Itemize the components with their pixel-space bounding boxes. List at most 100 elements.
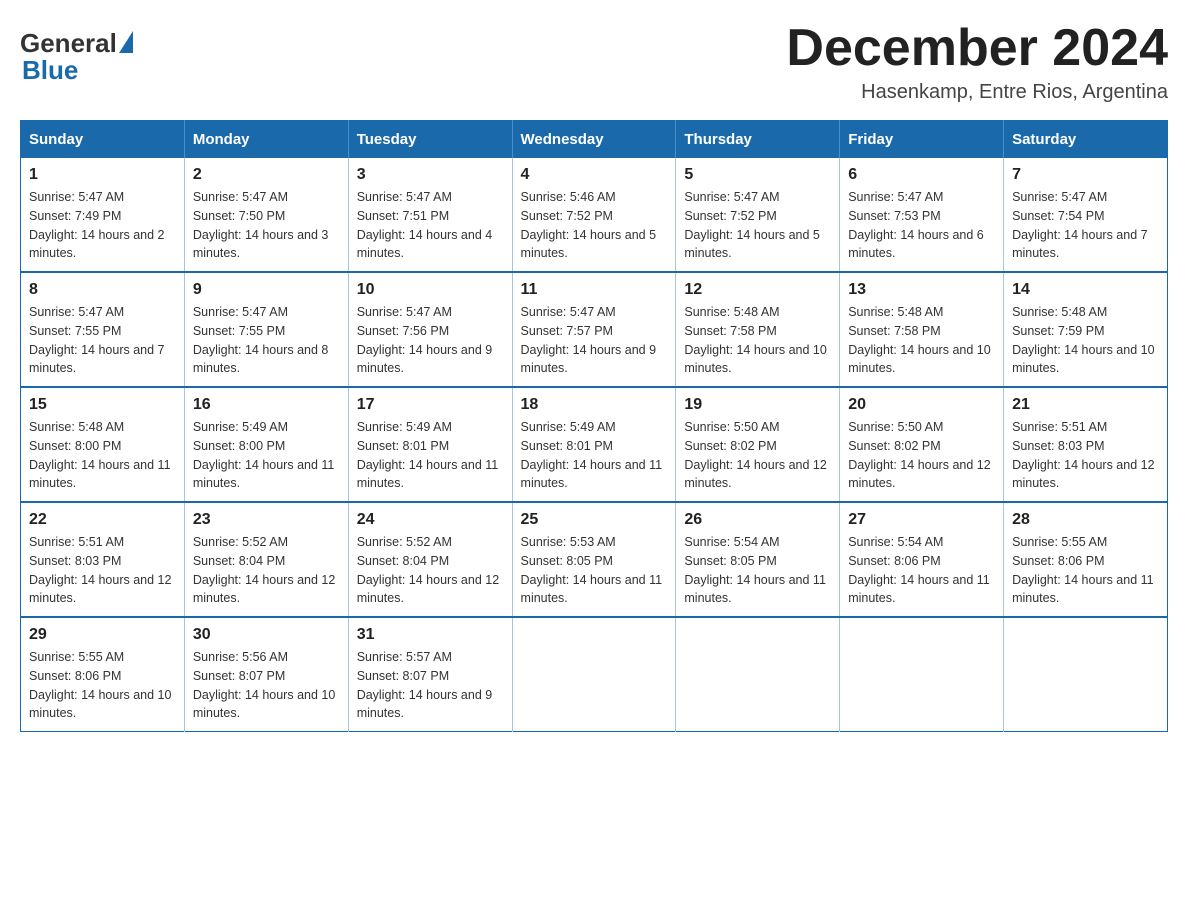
day-number: 1 xyxy=(29,166,176,184)
day-info: Sunrise: 5:47 AMSunset: 7:53 PMDaylight:… xyxy=(848,188,995,263)
day-info: Sunrise: 5:46 AMSunset: 7:52 PMDaylight:… xyxy=(521,188,668,263)
day-number: 23 xyxy=(193,511,340,529)
day-info: Sunrise: 5:47 AMSunset: 7:55 PMDaylight:… xyxy=(193,303,340,378)
calendar-week-row: 15 Sunrise: 5:48 AMSunset: 8:00 PMDaylig… xyxy=(21,387,1168,502)
day-info: Sunrise: 5:49 AMSunset: 8:01 PMDaylight:… xyxy=(357,418,504,493)
day-info: Sunrise: 5:54 AMSunset: 8:05 PMDaylight:… xyxy=(684,533,831,608)
calendar-week-row: 29 Sunrise: 5:55 AMSunset: 8:06 PMDaylig… xyxy=(21,617,1168,732)
calendar-week-row: 22 Sunrise: 5:51 AMSunset: 8:03 PMDaylig… xyxy=(21,502,1168,617)
day-info: Sunrise: 5:47 AMSunset: 7:51 PMDaylight:… xyxy=(357,188,504,263)
day-info: Sunrise: 5:51 AMSunset: 8:03 PMDaylight:… xyxy=(29,533,176,608)
calendar-cell: 12 Sunrise: 5:48 AMSunset: 7:58 PMDaylig… xyxy=(676,272,840,387)
calendar-cell xyxy=(676,617,840,732)
calendar-week-row: 8 Sunrise: 5:47 AMSunset: 7:55 PMDayligh… xyxy=(21,272,1168,387)
calendar-header-saturday: Saturday xyxy=(1004,121,1168,159)
calendar-cell: 20 Sunrise: 5:50 AMSunset: 8:02 PMDaylig… xyxy=(840,387,1004,502)
calendar-header-tuesday: Tuesday xyxy=(348,121,512,159)
title-area: December 2024 Hasenkamp, Entre Rios, Arg… xyxy=(786,20,1168,104)
day-info: Sunrise: 5:47 AMSunset: 7:49 PMDaylight:… xyxy=(29,188,176,263)
calendar-cell: 3 Sunrise: 5:47 AMSunset: 7:51 PMDayligh… xyxy=(348,158,512,272)
header: General Blue December 2024 Hasenkamp, En… xyxy=(20,20,1168,104)
day-number: 31 xyxy=(357,626,504,644)
calendar-header-monday: Monday xyxy=(184,121,348,159)
day-number: 21 xyxy=(1012,396,1159,414)
calendar-cell: 9 Sunrise: 5:47 AMSunset: 7:55 PMDayligh… xyxy=(184,272,348,387)
day-number: 19 xyxy=(684,396,831,414)
day-number: 17 xyxy=(357,396,504,414)
calendar-header-sunday: Sunday xyxy=(21,121,185,159)
day-number: 9 xyxy=(193,281,340,299)
calendar-cell: 18 Sunrise: 5:49 AMSunset: 8:01 PMDaylig… xyxy=(512,387,676,502)
calendar-cell: 27 Sunrise: 5:54 AMSunset: 8:06 PMDaylig… xyxy=(840,502,1004,617)
calendar-cell: 16 Sunrise: 5:49 AMSunset: 8:00 PMDaylig… xyxy=(184,387,348,502)
day-number: 7 xyxy=(1012,166,1159,184)
day-info: Sunrise: 5:47 AMSunset: 7:57 PMDaylight:… xyxy=(521,303,668,378)
day-info: Sunrise: 5:48 AMSunset: 7:58 PMDaylight:… xyxy=(684,303,831,378)
day-number: 2 xyxy=(193,166,340,184)
day-number: 25 xyxy=(521,511,668,529)
day-info: Sunrise: 5:51 AMSunset: 8:03 PMDaylight:… xyxy=(1012,418,1159,493)
logo-blue-text: Blue xyxy=(20,55,78,86)
calendar-header-friday: Friday xyxy=(840,121,1004,159)
calendar-cell: 1 Sunrise: 5:47 AMSunset: 7:49 PMDayligh… xyxy=(21,158,185,272)
calendar-cell: 26 Sunrise: 5:54 AMSunset: 8:05 PMDaylig… xyxy=(676,502,840,617)
day-number: 4 xyxy=(521,166,668,184)
calendar-week-row: 1 Sunrise: 5:47 AMSunset: 7:49 PMDayligh… xyxy=(21,158,1168,272)
day-number: 8 xyxy=(29,281,176,299)
day-info: Sunrise: 5:47 AMSunset: 7:56 PMDaylight:… xyxy=(357,303,504,378)
day-info: Sunrise: 5:47 AMSunset: 7:52 PMDaylight:… xyxy=(684,188,831,263)
day-info: Sunrise: 5:48 AMSunset: 7:59 PMDaylight:… xyxy=(1012,303,1159,378)
day-number: 18 xyxy=(521,396,668,414)
calendar-cell: 25 Sunrise: 5:53 AMSunset: 8:05 PMDaylig… xyxy=(512,502,676,617)
calendar-cell: 29 Sunrise: 5:55 AMSunset: 8:06 PMDaylig… xyxy=(21,617,185,732)
calendar-cell: 15 Sunrise: 5:48 AMSunset: 8:00 PMDaylig… xyxy=(21,387,185,502)
calendar-cell: 22 Sunrise: 5:51 AMSunset: 8:03 PMDaylig… xyxy=(21,502,185,617)
calendar-cell: 4 Sunrise: 5:46 AMSunset: 7:52 PMDayligh… xyxy=(512,158,676,272)
main-title: December 2024 xyxy=(786,20,1168,77)
calendar-cell: 28 Sunrise: 5:55 AMSunset: 8:06 PMDaylig… xyxy=(1004,502,1168,617)
day-info: Sunrise: 5:52 AMSunset: 8:04 PMDaylight:… xyxy=(193,533,340,608)
calendar-cell: 6 Sunrise: 5:47 AMSunset: 7:53 PMDayligh… xyxy=(840,158,1004,272)
day-number: 29 xyxy=(29,626,176,644)
calendar-cell: 31 Sunrise: 5:57 AMSunset: 8:07 PMDaylig… xyxy=(348,617,512,732)
day-info: Sunrise: 5:50 AMSunset: 8:02 PMDaylight:… xyxy=(848,418,995,493)
day-number: 20 xyxy=(848,396,995,414)
day-number: 14 xyxy=(1012,281,1159,299)
day-number: 24 xyxy=(357,511,504,529)
calendar-header-row: SundayMondayTuesdayWednesdayThursdayFrid… xyxy=(21,121,1168,159)
calendar-cell: 8 Sunrise: 5:47 AMSunset: 7:55 PMDayligh… xyxy=(21,272,185,387)
calendar-cell: 7 Sunrise: 5:47 AMSunset: 7:54 PMDayligh… xyxy=(1004,158,1168,272)
day-info: Sunrise: 5:48 AMSunset: 8:00 PMDaylight:… xyxy=(29,418,176,493)
calendar-cell xyxy=(1004,617,1168,732)
subtitle: Hasenkamp, Entre Rios, Argentina xyxy=(786,81,1168,104)
logo: General Blue xyxy=(20,20,133,86)
day-info: Sunrise: 5:57 AMSunset: 8:07 PMDaylight:… xyxy=(357,648,504,723)
calendar-body: 1 Sunrise: 5:47 AMSunset: 7:49 PMDayligh… xyxy=(21,158,1168,732)
day-info: Sunrise: 5:49 AMSunset: 8:00 PMDaylight:… xyxy=(193,418,340,493)
day-number: 26 xyxy=(684,511,831,529)
day-number: 5 xyxy=(684,166,831,184)
day-number: 16 xyxy=(193,396,340,414)
day-info: Sunrise: 5:47 AMSunset: 7:55 PMDaylight:… xyxy=(29,303,176,378)
calendar-header-thursday: Thursday xyxy=(676,121,840,159)
day-number: 22 xyxy=(29,511,176,529)
day-info: Sunrise: 5:56 AMSunset: 8:07 PMDaylight:… xyxy=(193,648,340,723)
day-number: 11 xyxy=(521,281,668,299)
day-number: 10 xyxy=(357,281,504,299)
logo-triangle-icon xyxy=(119,31,133,53)
calendar-cell: 23 Sunrise: 5:52 AMSunset: 8:04 PMDaylig… xyxy=(184,502,348,617)
calendar-cell: 17 Sunrise: 5:49 AMSunset: 8:01 PMDaylig… xyxy=(348,387,512,502)
calendar-cell: 21 Sunrise: 5:51 AMSunset: 8:03 PMDaylig… xyxy=(1004,387,1168,502)
day-info: Sunrise: 5:47 AMSunset: 7:54 PMDaylight:… xyxy=(1012,188,1159,263)
day-number: 13 xyxy=(848,281,995,299)
day-number: 12 xyxy=(684,281,831,299)
day-number: 15 xyxy=(29,396,176,414)
calendar-cell: 24 Sunrise: 5:52 AMSunset: 8:04 PMDaylig… xyxy=(348,502,512,617)
day-info: Sunrise: 5:55 AMSunset: 8:06 PMDaylight:… xyxy=(29,648,176,723)
calendar-cell: 10 Sunrise: 5:47 AMSunset: 7:56 PMDaylig… xyxy=(348,272,512,387)
calendar-cell: 19 Sunrise: 5:50 AMSunset: 8:02 PMDaylig… xyxy=(676,387,840,502)
calendar-table: SundayMondayTuesdayWednesdayThursdayFrid… xyxy=(20,120,1168,732)
calendar-header-wednesday: Wednesday xyxy=(512,121,676,159)
day-info: Sunrise: 5:48 AMSunset: 7:58 PMDaylight:… xyxy=(848,303,995,378)
day-info: Sunrise: 5:54 AMSunset: 8:06 PMDaylight:… xyxy=(848,533,995,608)
